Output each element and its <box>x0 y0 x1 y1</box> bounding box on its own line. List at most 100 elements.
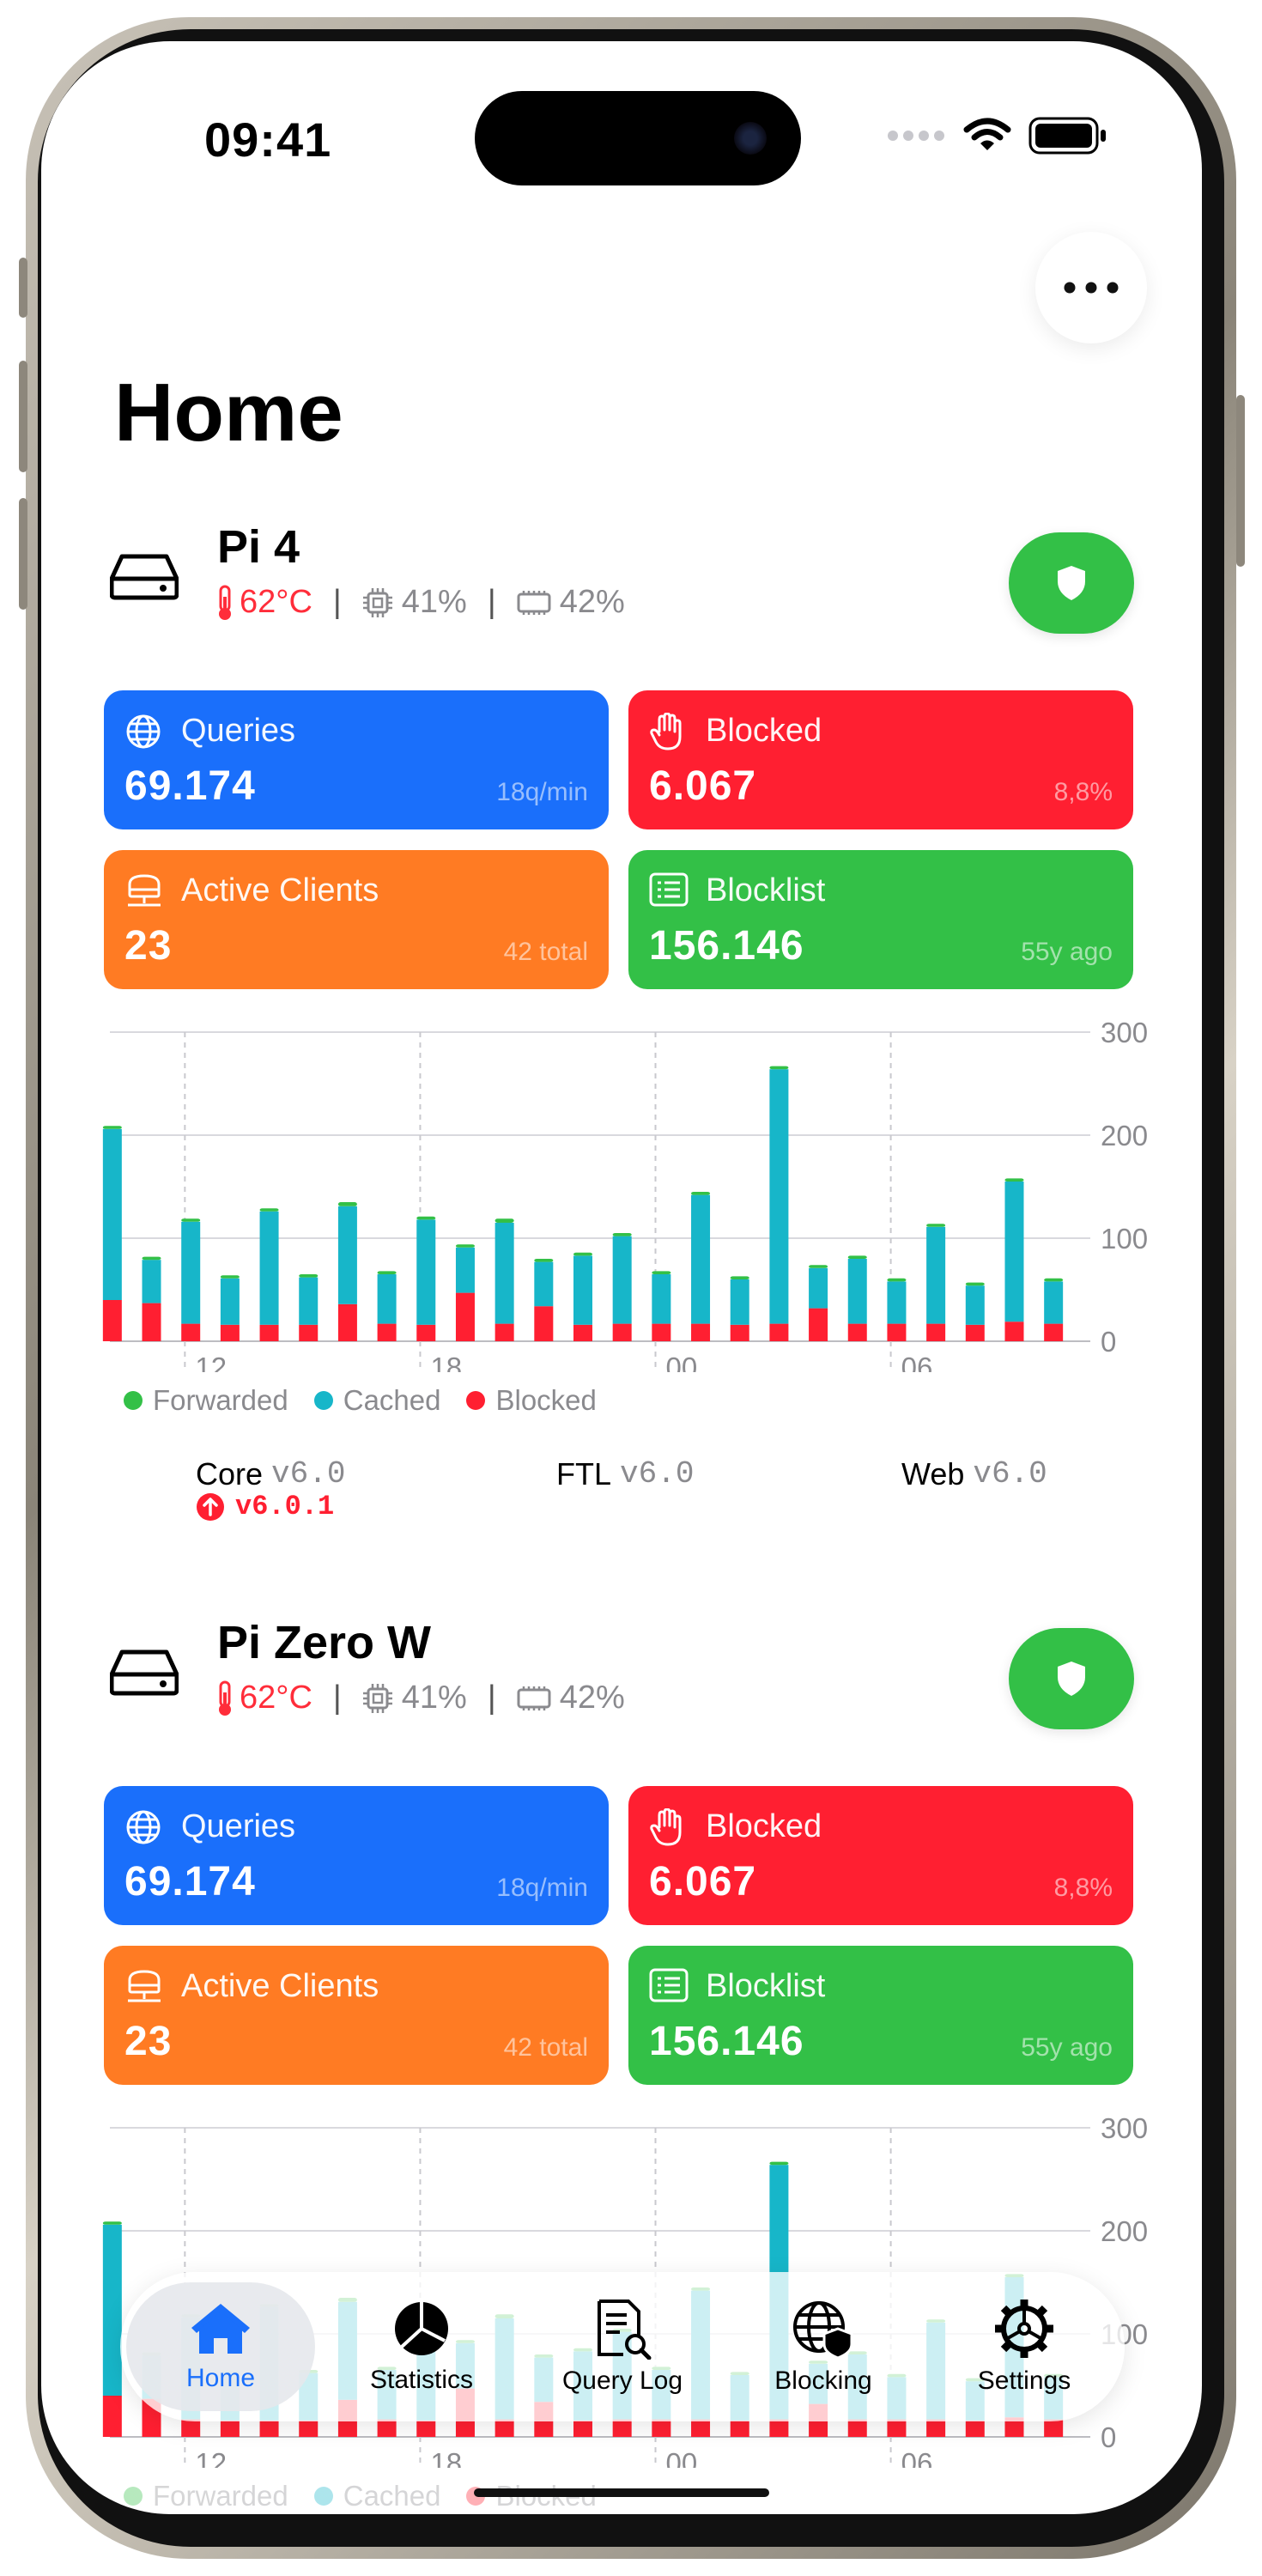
bar-cached <box>847 1259 867 1324</box>
bar-blocked <box>181 2419 201 2437</box>
tile-value: 156.146 <box>649 923 804 969</box>
bar-forwarded <box>652 1271 671 1274</box>
bar-forwarded <box>847 1255 867 1259</box>
y-tick-label: 100 <box>1101 1223 1148 1255</box>
ftl-version: FTL v6.0 <box>556 1456 694 1492</box>
bar-cached <box>1044 1281 1064 1324</box>
blocklist-tile[interactable]: Blocklist 156.146 55y ago <box>628 850 1133 989</box>
tile-value: 69.174 <box>124 763 256 809</box>
tile-subtitle: 42 total <box>503 2033 588 2062</box>
bar-forwarded <box>534 1259 554 1262</box>
hard-drive-icon <box>110 1649 179 1696</box>
bar-blocked <box>926 2419 946 2437</box>
bar-cached <box>573 1255 592 1325</box>
bar-blocked <box>102 1300 122 1341</box>
bar-cached <box>887 1281 907 1324</box>
bar-forwarded <box>102 2221 122 2225</box>
update-version: v6.0.1 <box>235 1491 335 1522</box>
tab-blocking[interactable]: Blocking <box>729 2282 918 2411</box>
pie-chart-icon <box>395 2302 448 2355</box>
blocking-toggle-button[interactable] <box>1009 532 1134 634</box>
query-log-icon <box>598 2300 652 2360</box>
bar-forwarded <box>181 1218 201 1222</box>
tile-subtitle: 18q/min <box>496 778 588 806</box>
bar-cached <box>220 1278 240 1325</box>
more-options-button[interactable] <box>1035 232 1147 343</box>
tile-label: Blocklist <box>706 872 826 908</box>
battery-icon <box>1028 117 1106 155</box>
tile-value: 23 <box>124 2019 173 2064</box>
active-clients-tile[interactable]: Active Clients 23 42 total <box>104 850 609 989</box>
tile-value: 6.067 <box>649 1859 757 1905</box>
bar-cached <box>455 1247 475 1293</box>
bar-cached <box>337 1206 357 1304</box>
x-tick-label: 12 <box>195 1352 227 1372</box>
chart-legend: Forwarded Cached Blocked <box>124 1384 597 1417</box>
bar-blocked <box>965 1324 985 1341</box>
temperature-value: 62°C <box>240 584 312 620</box>
bar-blocked <box>691 2419 711 2437</box>
bar-blocked <box>926 1323 946 1341</box>
bar-forwarded <box>769 1066 789 1070</box>
y-tick-label: 200 <box>1101 2215 1148 2247</box>
bar-forwarded <box>965 1282 985 1286</box>
tile-value: 69.174 <box>124 1859 256 1905</box>
tile-label: Blocklist <box>706 1968 826 2004</box>
server-stats: 62°C | 41% | 42% <box>215 584 625 621</box>
divider: | <box>487 584 496 620</box>
tile-value: 156.146 <box>649 2019 804 2064</box>
memory-usage: 42% <box>517 584 625 621</box>
bar-cached <box>1004 1182 1024 1322</box>
bar-cached <box>730 1279 749 1325</box>
queries-tile[interactable]: Queries 69.174 18q/min <box>104 1786 609 1925</box>
globe-shield-icon <box>793 2301 853 2360</box>
ellipsis-icon <box>1064 282 1119 294</box>
volume-up-button <box>19 361 27 472</box>
volume-down-button <box>19 498 27 610</box>
bar-blocked <box>612 2419 632 2437</box>
tile-subtitle: 55y ago <box>1021 2033 1113 2062</box>
blocked-tile[interactable]: Blocked 6.067 8,8% <box>628 690 1133 829</box>
shield-icon <box>1058 1662 1085 1696</box>
blocked-tile[interactable]: Blocked 6.067 8,8% <box>628 1786 1133 1925</box>
shield-icon <box>1058 566 1085 600</box>
gear-icon <box>995 2300 1053 2358</box>
web-version: Web v6.0 <box>901 1456 1047 1492</box>
tile-label: Blocked <box>706 1808 822 1844</box>
bar-cached <box>102 1128 122 1300</box>
x-tick-label: 06 <box>901 1352 933 1372</box>
page-title: Home <box>114 367 343 459</box>
y-tick-label: 300 <box>1101 1017 1148 1048</box>
tab-settings[interactable]: Settings <box>930 2282 1119 2411</box>
bar-cached <box>142 1260 161 1303</box>
tab-home[interactable]: Home <box>126 2282 315 2411</box>
bar-forwarded <box>416 1216 436 1220</box>
bar-blocked <box>887 2419 907 2437</box>
bar-blocked <box>494 2419 514 2437</box>
core-version: Core v6.0 <box>196 1456 345 1492</box>
bar-blocked <box>730 2420 749 2437</box>
thermometer-icon <box>219 585 231 620</box>
core-update-available[interactable]: v6.0.1 <box>196 1491 334 1522</box>
signal-dots-icon <box>888 131 944 141</box>
bar-blocked <box>730 1324 749 1341</box>
y-tick-label: 300 <box>1101 2112 1148 2144</box>
bar-forwarded <box>612 1233 632 1236</box>
queries-tile[interactable]: Queries 69.174 18q/min <box>104 690 609 829</box>
y-tick-label: 0 <box>1101 2421 1116 2453</box>
arrow-up-circle-icon <box>197 1492 224 1521</box>
bar-blocked <box>377 1323 397 1341</box>
tab-statistics[interactable]: Statistics <box>327 2282 516 2411</box>
tab-bar: Home Statistics Query Log Blocking Setti… <box>120 2272 1125 2421</box>
tile-subtitle: 8,8% <box>1053 778 1113 806</box>
bar-blocked <box>769 1323 789 1341</box>
bar-cached <box>259 1211 279 1325</box>
blocklist-tile[interactable]: Blocklist 156.146 55y ago <box>628 1946 1133 2085</box>
bar-forwarded <box>337 1202 357 1206</box>
bar-blocked <box>691 1323 711 1341</box>
tab-query-log[interactable]: Query Log <box>528 2282 717 2411</box>
blocking-toggle-button[interactable] <box>1009 1628 1134 1729</box>
active-clients-tile[interactable]: Active Clients 23 42 total <box>104 1946 609 2085</box>
tile-subtitle: 8,8% <box>1053 1874 1113 1902</box>
tile-value: 6.067 <box>649 763 757 809</box>
